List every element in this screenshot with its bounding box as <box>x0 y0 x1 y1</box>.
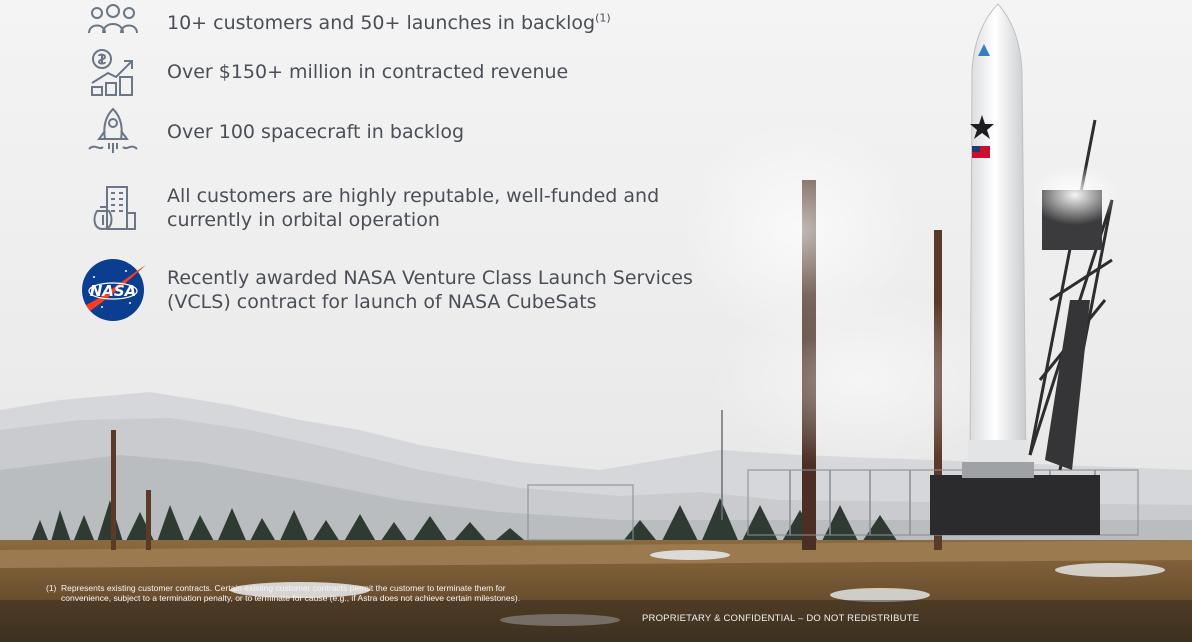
bullet-text: 10+ customers and 50+ launches in backlo… <box>167 11 611 34</box>
bullet-text: All customers are highly reputable, well… <box>167 185 660 231</box>
footnote-text: Represents existing customer contracts. … <box>61 583 521 603</box>
footnote-number: (1) <box>46 583 57 593</box>
footnote: (1) Represents existing customer contrac… <box>46 583 526 603</box>
bullet-revenue: Over $150+ million in contracted revenue <box>80 44 568 100</box>
confidential-notice: PROPRIETARY & CONFIDENTIAL – DO NOT REDI… <box>642 613 920 624</box>
nasa-logo-text: NASA <box>90 282 137 300</box>
bullet-text: Over $150+ million in contracted revenue <box>167 61 569 83</box>
bullet-text: Recently awarded NASA Venture Class Laun… <box>167 267 693 313</box>
slide: 10+ customers and 50+ launches in backlo… <box>0 0 1192 642</box>
bullet-nasa-contract: NASA Recently awarded NASA Venture Class… <box>80 259 693 321</box>
bullet-text: Over 100 spacecraft in backlog <box>167 121 465 143</box>
nasa-logo-icon: NASA <box>80 259 146 321</box>
footnote-ref: (1) <box>595 11 611 25</box>
rocket-launch-icon <box>80 104 146 160</box>
bullet-reputable-customers: All customers are highly reputable, well… <box>80 180 659 236</box>
bullet-spacecraft: Over 100 spacecraft in backlog <box>80 104 464 160</box>
revenue-growth-icon <box>80 44 146 100</box>
building-funds-icon <box>80 180 146 236</box>
